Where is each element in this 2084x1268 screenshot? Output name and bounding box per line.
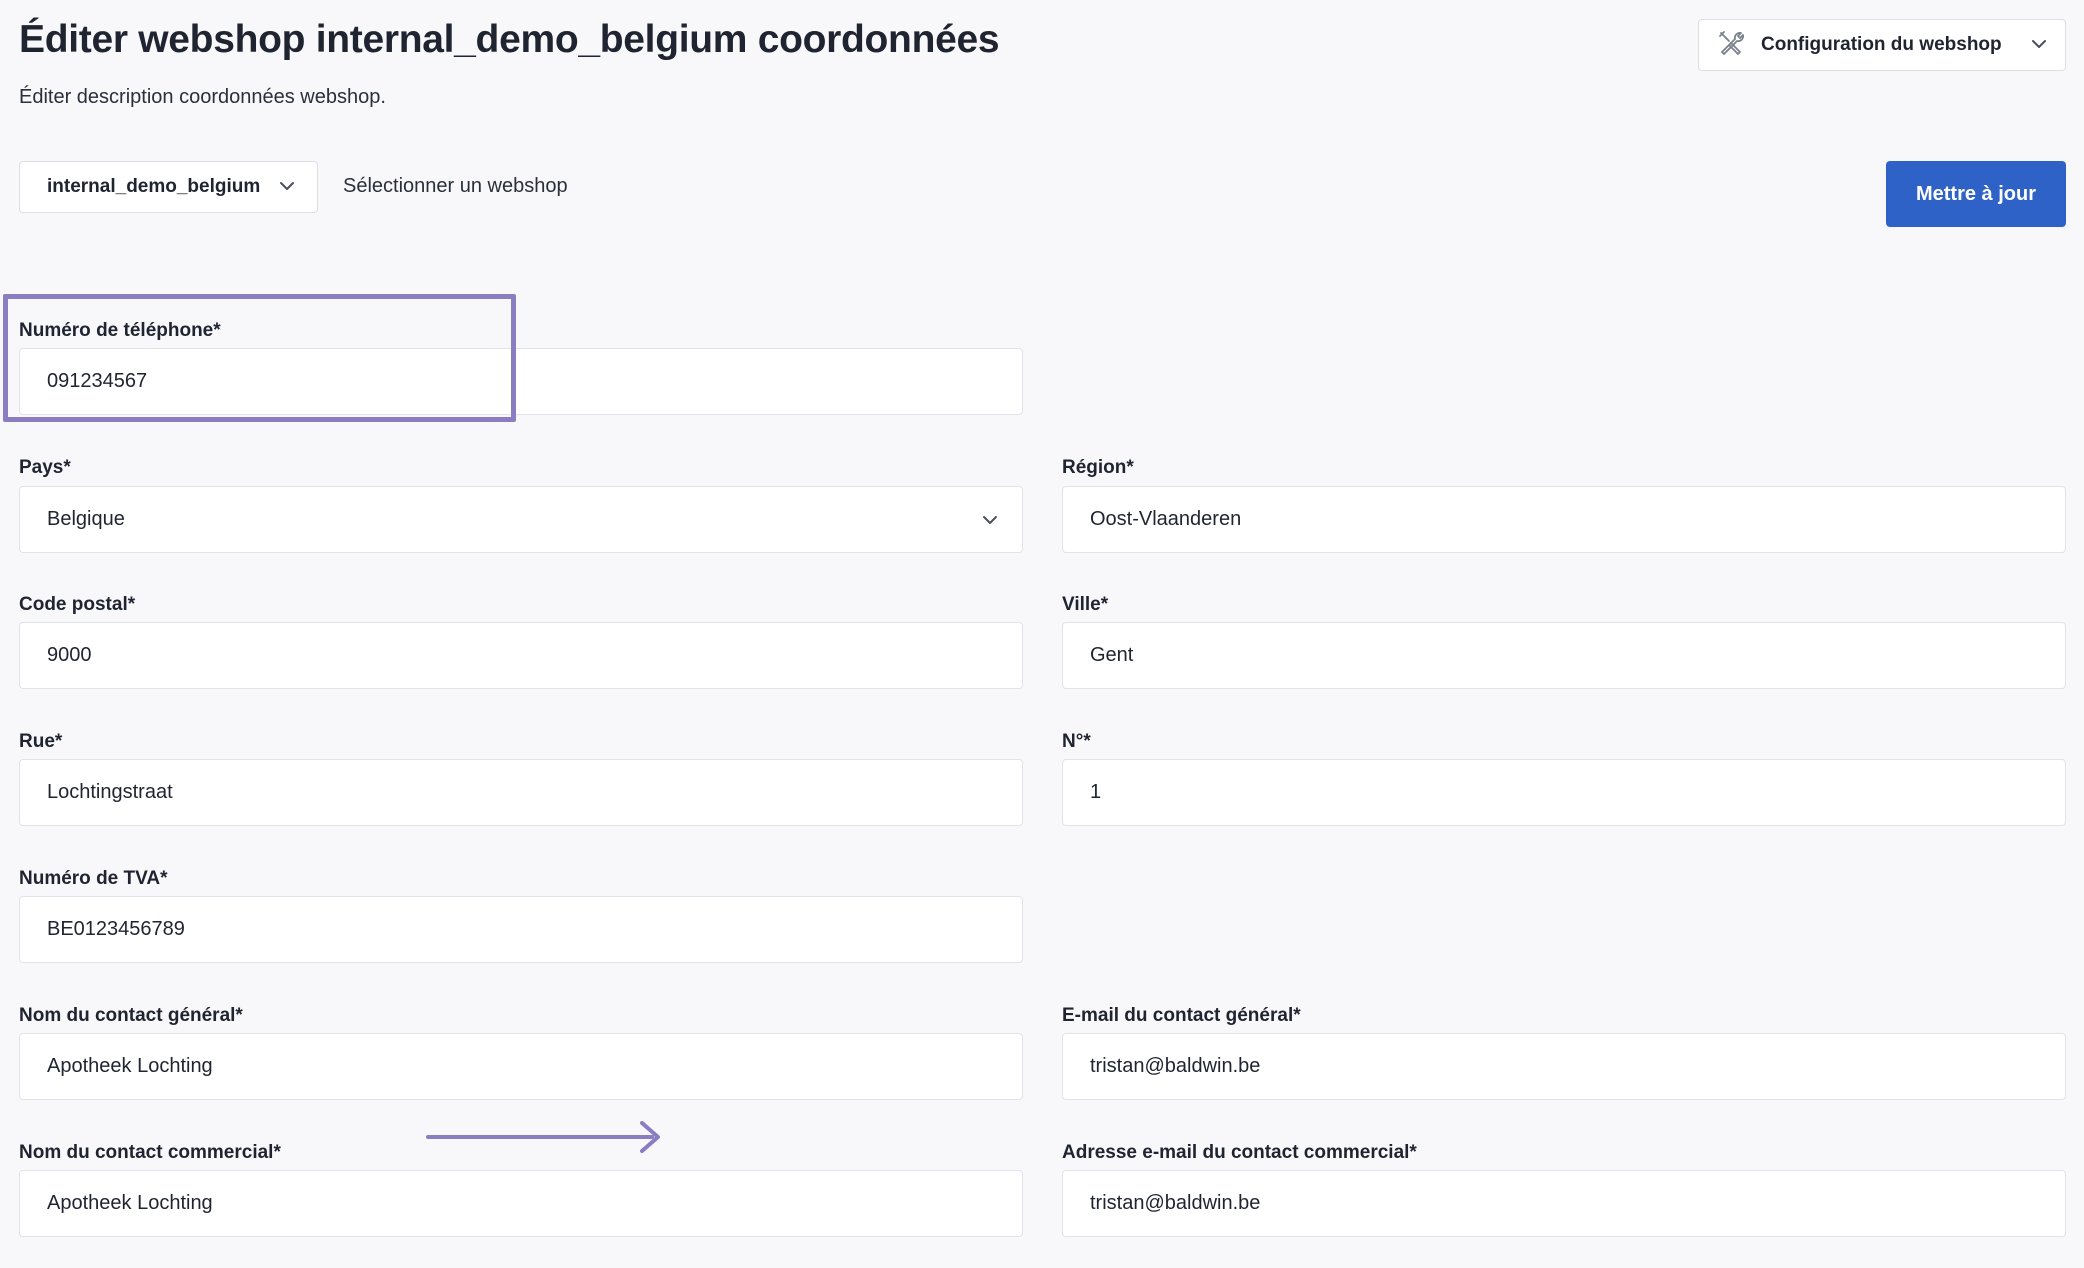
- number-value: 1: [1090, 781, 1102, 803]
- commercial-contact-name-value: Apotheek Lochting: [47, 1192, 213, 1214]
- vat-value: BE0123456789: [47, 918, 185, 940]
- vat-label: Numéro de TVA*: [19, 868, 168, 889]
- city-label: Ville*: [1062, 594, 1109, 615]
- update-button[interactable]: Mettre à jour: [1886, 161, 2066, 227]
- general-contact-name-value: Apotheek Lochting: [47, 1055, 213, 1077]
- general-contact-name-label: Nom du contact général*: [19, 1005, 243, 1026]
- page-subtitle: Éditer description coordonnées webshop.: [19, 86, 386, 108]
- region-label: Région*: [1062, 457, 1134, 478]
- postal-code-input[interactable]: 9000: [19, 622, 1023, 689]
- city-value: Gent: [1090, 644, 1134, 666]
- phone-input[interactable]: 091234567: [19, 348, 1023, 415]
- region-value: Oost-Vlaanderen: [1090, 508, 1242, 530]
- city-input[interactable]: Gent: [1062, 622, 2066, 689]
- general-contact-email-label: E-mail du contact général*: [1062, 1005, 1301, 1026]
- street-label: Rue*: [19, 731, 63, 752]
- region-input[interactable]: Oost-Vlaanderen: [1062, 486, 2066, 553]
- street-value: Lochtingstraat: [47, 781, 173, 803]
- country-select[interactable]: Belgique: [19, 486, 1023, 553]
- general-contact-name-input[interactable]: Apotheek Lochting: [19, 1033, 1023, 1100]
- phone-value: 091234567: [47, 370, 148, 392]
- commercial-contact-email-label: Adresse e-mail du contact commercial*: [1062, 1142, 1417, 1163]
- webshop-config-label: Configuration du webshop: [1761, 34, 2002, 55]
- country-value: Belgique: [47, 508, 125, 530]
- country-label: Pays*: [19, 457, 71, 478]
- webshop-select-hint: Sélectionner un webshop: [343, 175, 568, 197]
- chevron-down-icon: [279, 178, 295, 196]
- webshop-select-value: internal_demo_belgium: [47, 176, 261, 197]
- general-contact-email-input[interactable]: tristan@baldwin.be: [1062, 1033, 2066, 1100]
- chevron-down-icon: [2031, 36, 2047, 54]
- postal-code-label: Code postal*: [19, 594, 136, 615]
- number-input[interactable]: 1: [1062, 759, 2066, 826]
- commercial-contact-name-input[interactable]: Apotheek Lochting: [19, 1170, 1023, 1237]
- number-label: N°*: [1062, 731, 1091, 752]
- commercial-contact-email-value: tristan@baldwin.be: [1090, 1192, 1261, 1214]
- commercial-contact-name-label: Nom du contact commercial*: [19, 1142, 281, 1163]
- webshop-select[interactable]: internal_demo_belgium: [19, 161, 318, 213]
- street-input[interactable]: Lochtingstraat: [19, 759, 1023, 826]
- webshop-config-dropdown[interactable]: Configuration du webshop: [1698, 19, 2066, 71]
- phone-label: Numéro de téléphone*: [19, 320, 221, 341]
- chevron-down-icon: [982, 508, 998, 531]
- annotation-arrow: [426, 1121, 660, 1153]
- general-contact-email-value: tristan@baldwin.be: [1090, 1055, 1261, 1077]
- commercial-contact-email-input[interactable]: tristan@baldwin.be: [1062, 1170, 2066, 1237]
- tools-icon: [1717, 29, 1745, 62]
- page-title: Éditer webshop internal_demo_belgium coo…: [19, 18, 1000, 61]
- postal-code-value: 9000: [47, 644, 92, 666]
- vat-input[interactable]: BE0123456789: [19, 896, 1023, 963]
